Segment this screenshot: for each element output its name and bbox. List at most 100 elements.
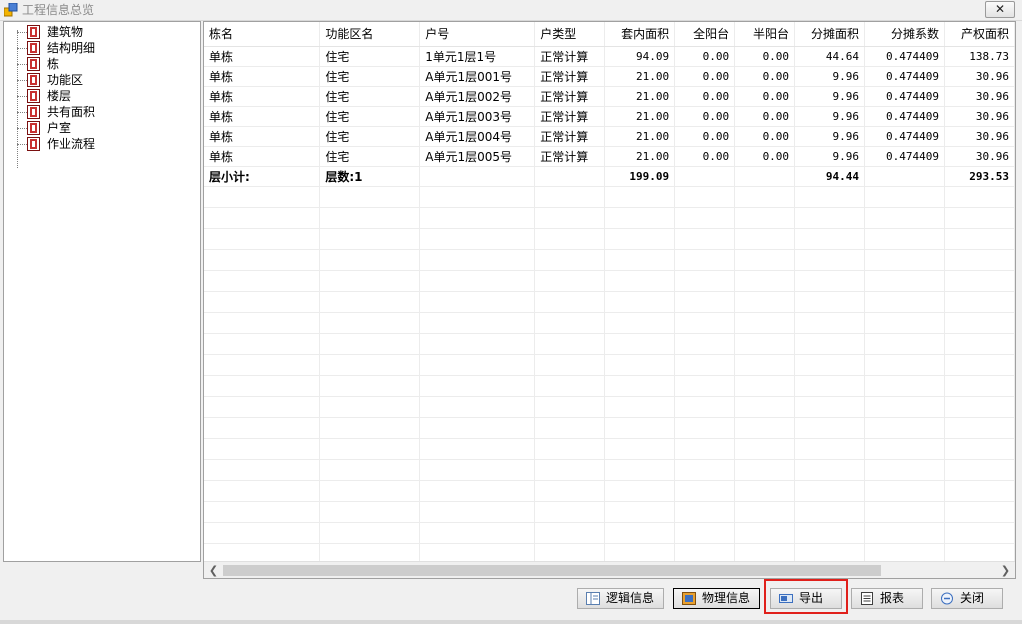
column-header[interactable]: 栋名 (204, 22, 321, 47)
empty-cell (534, 333, 606, 355)
table-cell[interactable]: 住宅 (319, 66, 421, 87)
subtotal-row[interactable]: 层小计: 层数:1 199.09 94.44 293.53 (204, 166, 1015, 187)
column-header[interactable]: 户类型 (534, 22, 606, 47)
table-cell[interactable]: 单栋 (204, 66, 321, 87)
table-cell[interactable]: 21.00 (604, 146, 676, 167)
column-header[interactable]: 半阳台 (734, 22, 796, 47)
table-cell[interactable]: 0.00 (674, 146, 736, 167)
table-row[interactable]: 单栋 住宅 A单元1层004号 正常计算 21.00 0.00 0.00 9.96 0.4744… (204, 126, 1015, 147)
column-header[interactable]: 分摊面积 (794, 22, 866, 47)
table-cell[interactable]: 293.53 (944, 166, 1015, 187)
table-cell[interactable]: 0.474409 (864, 106, 945, 127)
physical-info-button[interactable]: 物理信息 (673, 588, 760, 609)
table-cell[interactable]: 住宅 (319, 126, 421, 147)
table-cell[interactable] (534, 166, 606, 187)
column-header[interactable]: 套内面积 (604, 22, 676, 47)
table-cell[interactable]: 0.474409 (864, 46, 945, 67)
table-cell[interactable]: 199.09 (604, 166, 676, 187)
report-button[interactable]: 报表 (851, 588, 923, 609)
table-cell[interactable]: 正常计算 (534, 46, 606, 67)
table-cell[interactable]: A单元1层003号 (419, 106, 536, 127)
table-cell[interactable]: 0.00 (734, 46, 796, 67)
table-cell[interactable]: 0.474409 (864, 146, 945, 167)
table-cell[interactable]: 0.00 (734, 66, 796, 87)
table-row[interactable]: 单栋 住宅 1单元1层1号 正常计算 94.09 0.00 0.00 44.64 0.47440… (204, 46, 1015, 67)
table-cell[interactable]: 0.474409 (864, 126, 945, 147)
table-cell[interactable]: A单元1层005号 (419, 146, 536, 167)
table-row[interactable]: 单栋 住宅 A单元1层002号 正常计算 21.00 0.00 0.00 9.96 0.4744… (204, 86, 1015, 107)
table-cell[interactable]: 21.00 (604, 106, 676, 127)
data-grid[interactable]: 栋名 功能区名 户号 户类型 套内面积 全阳台 半阳台 分摊面积 分摊系数 产权面积 单栋 住宅 1单… (203, 21, 1016, 579)
table-cell[interactable]: 21.00 (604, 86, 676, 107)
table-cell[interactable] (674, 166, 736, 187)
table-cell[interactable]: 30.96 (944, 146, 1015, 167)
table-cell[interactable]: 0.474409 (864, 66, 945, 87)
horizontal-scrollbar[interactable]: ❮ ❯ (204, 561, 1015, 578)
table-cell[interactable] (734, 166, 796, 187)
scroll-right-icon[interactable]: ❯ (997, 562, 1014, 578)
table-cell[interactable]: 0.474409 (864, 86, 945, 107)
column-header[interactable]: 产权面积 (944, 22, 1015, 47)
table-cell[interactable]: 138.73 (944, 46, 1015, 67)
table-cell[interactable]: 正常计算 (534, 126, 606, 147)
table-cell[interactable]: 0.00 (734, 106, 796, 127)
table-row[interactable]: 单栋 住宅 A单元1层001号 正常计算 21.00 0.00 0.00 9.96 0.4744… (204, 66, 1015, 87)
table-cell[interactable]: 住宅 (319, 106, 421, 127)
tree-panel[interactable]: 建筑物 结构明细栋功能区 楼层 共有面积 户室 作业流程 (3, 21, 201, 562)
column-header[interactable]: 功能区名 (319, 22, 421, 47)
logic-info-button[interactable]: 逻辑信息 (577, 588, 664, 609)
table-cell[interactable]: 正常计算 (534, 86, 606, 107)
table-cell[interactable]: A单元1层002号 (419, 86, 536, 107)
table-cell[interactable]: 94.44 (794, 166, 866, 187)
table-cell[interactable]: 0.00 (734, 146, 796, 167)
column-header[interactable]: 户号 (419, 22, 536, 47)
table-cell[interactable]: 1单元1层1号 (419, 46, 536, 67)
table-cell[interactable]: 30.96 (944, 106, 1015, 127)
table-cell[interactable]: 层数:1 (319, 166, 421, 187)
table-cell[interactable]: 0.00 (674, 106, 736, 127)
table-cell[interactable]: 正常计算 (534, 106, 606, 127)
table-cell[interactable]: 层小计: (204, 166, 321, 187)
table-cell[interactable]: 单栋 (204, 106, 321, 127)
column-header[interactable]: 分摊系数 (864, 22, 945, 47)
table-cell[interactable]: 单栋 (204, 86, 321, 107)
table-cell[interactable]: 0.00 (674, 126, 736, 147)
window-close-button[interactable]: ✕ (985, 1, 1015, 18)
table-cell[interactable]: 0.00 (674, 46, 736, 67)
scroll-left-icon[interactable]: ❮ (205, 562, 222, 578)
table-cell[interactable]: 44.64 (794, 46, 866, 67)
table-cell[interactable]: 0.00 (734, 86, 796, 107)
table-cell[interactable]: 30.96 (944, 86, 1015, 107)
table-cell[interactable]: 9.96 (794, 126, 866, 147)
table-cell[interactable]: 30.96 (944, 126, 1015, 147)
table-cell[interactable] (419, 166, 536, 187)
scrollbar-thumb[interactable] (223, 565, 881, 576)
table-cell[interactable]: 21.00 (604, 126, 676, 147)
table-cell[interactable]: 单栋 (204, 46, 321, 67)
table-cell[interactable]: 9.96 (794, 66, 866, 87)
table-cell[interactable]: 正常计算 (534, 66, 606, 87)
table-row[interactable]: 单栋 住宅 A单元1层003号 正常计算 21.00 0.00 0.00 9.96 0.4744… (204, 106, 1015, 127)
empty-cell (319, 228, 421, 250)
table-row[interactable]: 单栋 住宅 A单元1层005号 正常计算 21.00 0.00 0.00 9.96 0.4744… (204, 146, 1015, 167)
table-cell[interactable]: 0.00 (734, 126, 796, 147)
table-cell[interactable]: A单元1层001号 (419, 66, 536, 87)
column-header[interactable]: 全阳台 (674, 22, 736, 47)
table-cell[interactable]: A单元1层004号 (419, 126, 536, 147)
table-cell[interactable]: 住宅 (319, 146, 421, 167)
table-cell[interactable]: 9.96 (794, 146, 866, 167)
table-cell[interactable]: 21.00 (604, 66, 676, 87)
table-cell[interactable]: 单栋 (204, 126, 321, 147)
table-cell[interactable]: 94.09 (604, 46, 676, 67)
close-button[interactable]: 关闭 (931, 588, 1003, 609)
table-cell[interactable]: 住宅 (319, 86, 421, 107)
table-cell[interactable]: 9.96 (794, 86, 866, 107)
table-cell[interactable]: 住宅 (319, 46, 421, 67)
table-cell[interactable]: 9.96 (794, 106, 866, 127)
table-cell[interactable]: 单栋 (204, 146, 321, 167)
table-cell[interactable]: 正常计算 (534, 146, 606, 167)
table-cell[interactable] (864, 166, 945, 187)
table-cell[interactable]: 30.96 (944, 66, 1015, 87)
table-cell[interactable]: 0.00 (674, 86, 736, 107)
table-cell[interactable]: 0.00 (674, 66, 736, 87)
